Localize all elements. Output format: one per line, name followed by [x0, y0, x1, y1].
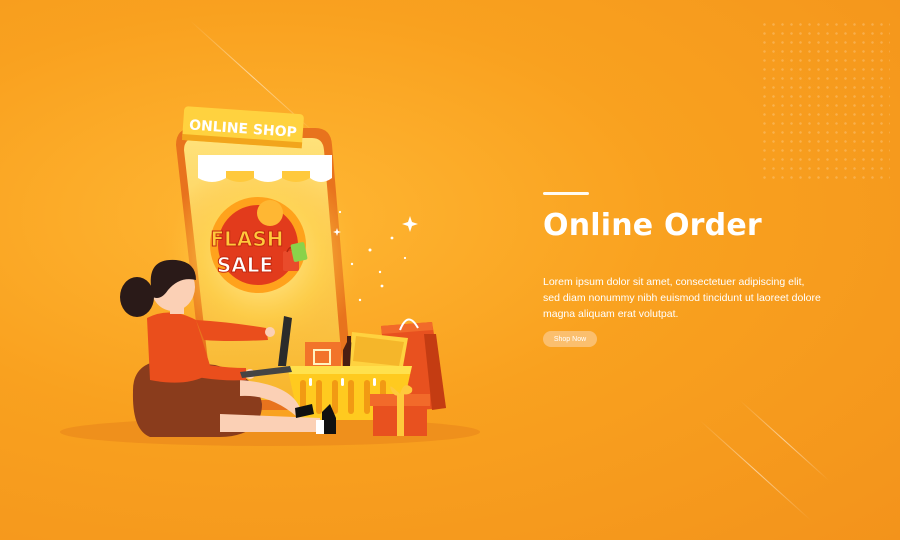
shop-now-button[interactable]: Shop Now — [543, 331, 597, 347]
badge-line2: SALE — [217, 253, 273, 277]
awning — [198, 155, 332, 182]
accent-line — [543, 192, 589, 195]
body-text: Lorem ipsum dolor sit amet, consectetuer… — [543, 276, 821, 320]
banner: ONLINE SHOP FLASH SALE Online Order Lore… — [0, 0, 900, 540]
headline: Online Order — [543, 208, 762, 243]
badge-line1: FLASH — [210, 227, 283, 251]
online-shopping-illustration: ONLINE SHOP FLASH SALE — [60, 106, 480, 446]
